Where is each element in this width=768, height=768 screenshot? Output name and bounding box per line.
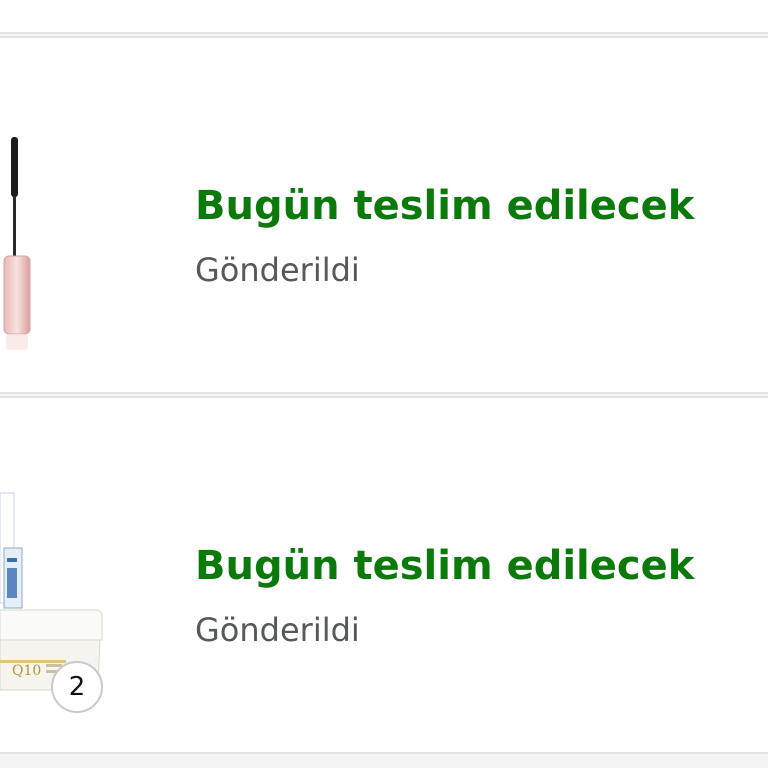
delivery-status: Bugün teslim edilecek Gönderildi xyxy=(195,184,755,288)
orders-list: Bugün teslim edilecek Gönderildi Q10 2 B… xyxy=(0,0,768,768)
delivery-status-title: Bugün teslim edilecek xyxy=(195,183,695,229)
previous-order-card[interactable] xyxy=(0,0,768,34)
order-card[interactable]: Bugün teslim edilecek Gönderildi xyxy=(0,36,768,394)
mascara-icon[interactable] xyxy=(0,38,130,392)
delivery-status-title: Bugün teslim edilecek xyxy=(195,543,695,589)
quantity-badge: 2 xyxy=(51,661,103,713)
shipping-status: Gönderildi xyxy=(195,611,360,649)
shipping-status: Gönderildi xyxy=(195,251,360,289)
order-card[interactable]: Q10 2 Bugün teslim edilecek Gönderildi xyxy=(0,396,768,754)
jar-label-text: Q10 xyxy=(12,663,41,679)
delivery-status: Bugün teslim edilecek Gönderildi xyxy=(195,544,755,648)
